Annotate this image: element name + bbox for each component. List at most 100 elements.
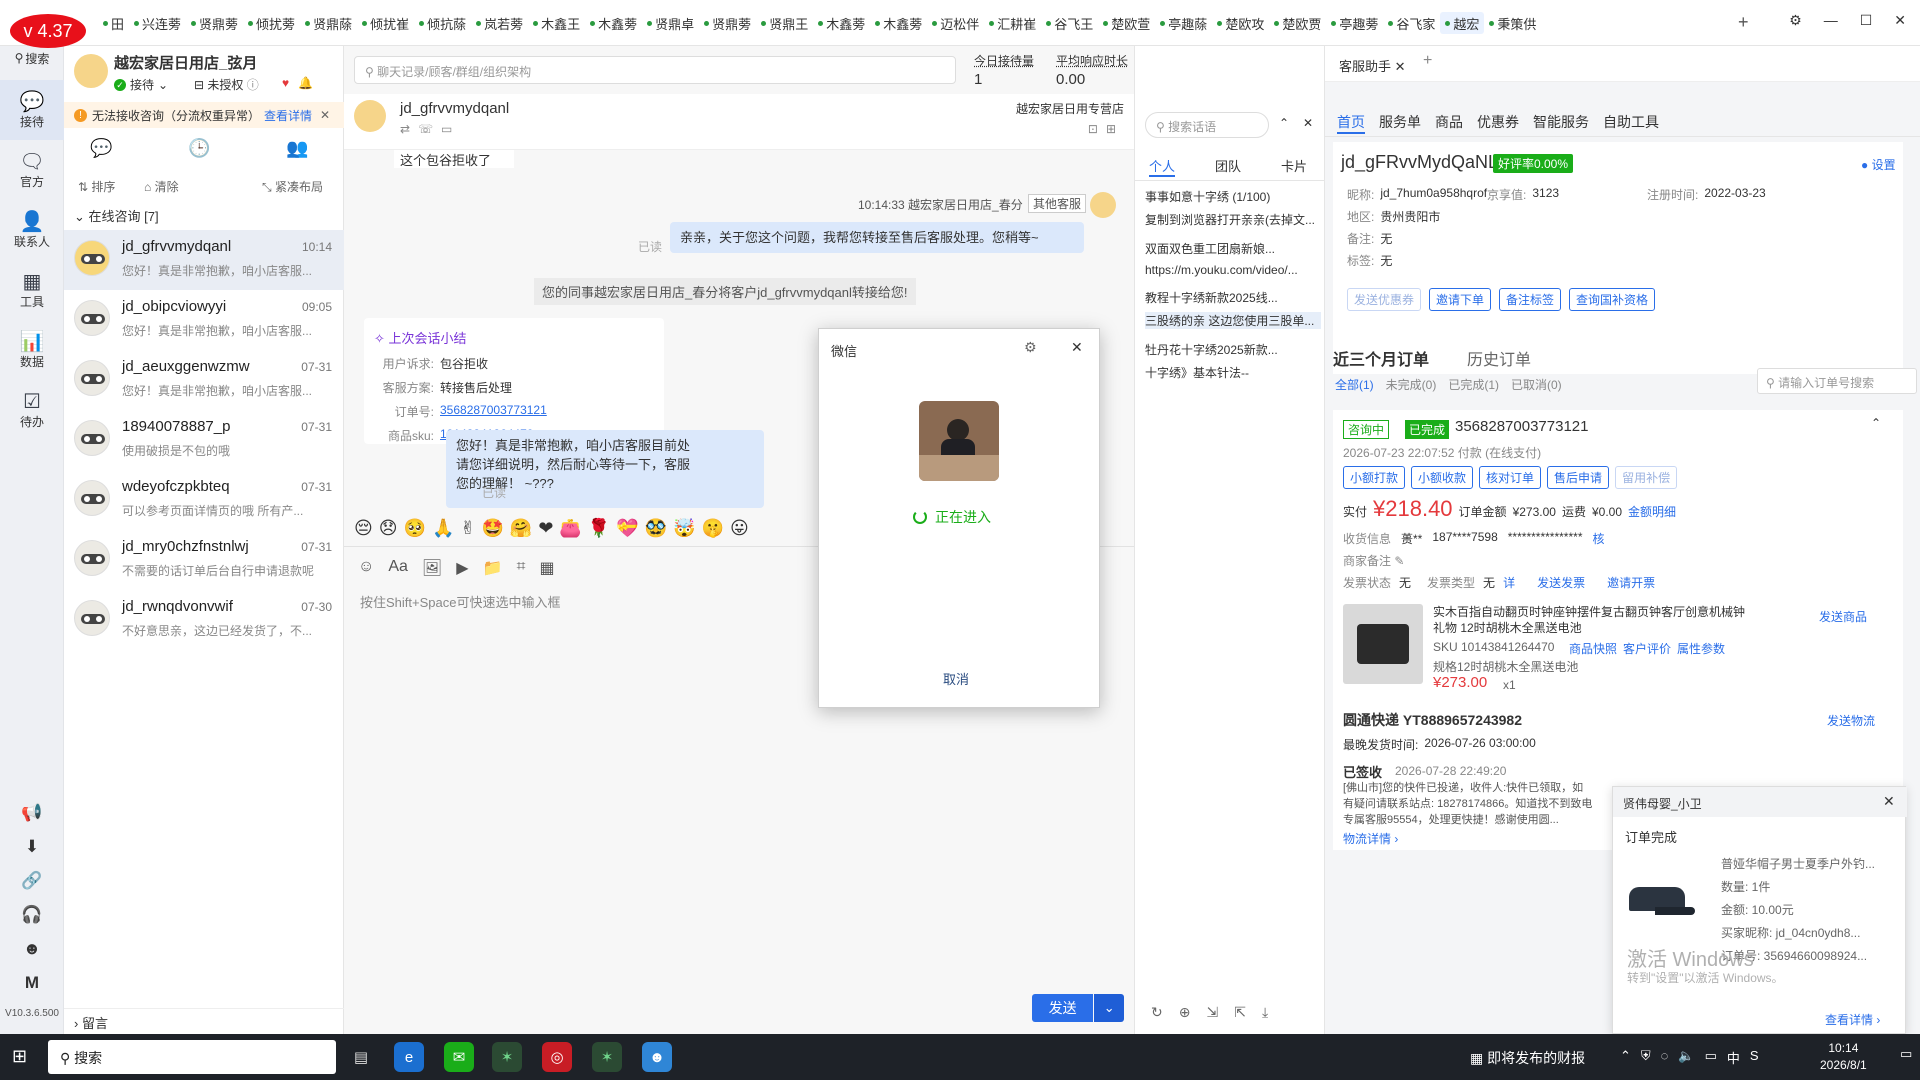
news-widget[interactable]: ▦ 即将发布的财报 <box>1470 1048 1585 1068</box>
send-invoice-link[interactable]: 发送发票 <box>1537 574 1585 591</box>
order-filter[interactable]: 已取消(0) <box>1511 376 1562 393</box>
leave-message[interactable]: › 留言 <box>64 1008 344 1032</box>
session-item[interactable]: jd_rwnqdvonvwif 07-30 不好意思亲，这边已经发货了，不... <box>64 590 344 650</box>
customer-action-button[interactable]: 邀请下单 <box>1429 288 1492 311</box>
order-action-button[interactable]: 核对订单 <box>1479 466 1542 489</box>
link-icon[interactable]: 🔗 <box>0 864 64 898</box>
send-options-icon[interactable]: ⌄ <box>1094 994 1124 1022</box>
quick-search-input[interactable]: ⚲ 搜索话语 <box>1145 112 1269 138</box>
chat-user-actions[interactable]: ⇄☏▭ <box>400 122 460 136</box>
history-orders-tab[interactable]: 历史订单 <box>1467 346 1531 370</box>
maximize-icon[interactable]: ☐ <box>1860 12 1873 29</box>
product-link[interactable]: 商品快照 <box>1569 640 1617 657</box>
headset-icon[interactable]: 🎧 <box>0 898 64 932</box>
shop-tab[interactable]: 倾扰崔 <box>357 12 414 34</box>
customer-action-button[interactable]: 发送优惠券 <box>1347 288 1422 311</box>
emoji-shortcut[interactable]: 🥸 <box>645 518 667 539</box>
dialog-settings-icon[interactable]: ⚙ <box>1024 339 1037 356</box>
emoji-shortcut[interactable]: 🤗 <box>510 518 532 539</box>
wifi-icon[interactable]: ◌ <box>1661 1048 1669 1067</box>
nav-item[interactable]: 💬 接待 <box>0 80 64 140</box>
ime-indicator[interactable]: 中 <box>1727 1048 1740 1067</box>
session-item[interactable]: jd_mry0chzfnstnlwj 07-31 不需要的话订单后台自行申请退款呢 <box>64 530 344 590</box>
product-image[interactable] <box>1343 604 1423 684</box>
video-icon[interactable]: ▶ <box>456 558 468 578</box>
message-input[interactable]: 按住Shift+Space可快速选中输入框 <box>360 592 560 611</box>
emoji-shortcut[interactable]: 🤫 <box>702 518 724 539</box>
online-group-header[interactable]: ⌄ 在线咨询 [7] <box>74 206 159 225</box>
order-action-button[interactable]: 小额打款 <box>1343 466 1406 489</box>
wechat-icon[interactable]: ✉ <box>444 1042 474 1072</box>
popup-detail-link[interactable]: 查看详情 › <box>1825 1011 1880 1028</box>
product-link[interactable]: 客户评价 <box>1623 640 1671 657</box>
shop-tab[interactable]: 贤鼎王 <box>756 12 813 34</box>
import-icon[interactable]: ⇲ <box>1206 1004 1218 1021</box>
customer-action-button[interactable]: 备注标签 <box>1499 288 1562 311</box>
nav-item[interactable]: ▦ 工具 <box>0 260 64 320</box>
order-filter[interactable]: 已完成(1) <box>1448 376 1499 393</box>
font-icon[interactable]: Aa <box>388 558 408 578</box>
assistant-nav-item[interactable]: 智能服务 <box>1533 112 1589 134</box>
logistics-detail-link[interactable]: 物流详情 › <box>1343 830 1398 847</box>
taskbar-clock[interactable]: 10:14 2026/8/1 <box>1820 1040 1867 1074</box>
nav-item[interactable]: 👤 联系人 <box>0 200 64 260</box>
close-icon[interactable]: ✕ <box>1894 12 1906 29</box>
reception-status[interactable]: ✓ 接待 ⌄ <box>114 76 168 93</box>
quick-tab[interactable]: 个人 <box>1149 156 1176 177</box>
shield-icon[interactable]: ⛨ <box>1641 1048 1651 1067</box>
quick-reply-item[interactable]: 双面双色重工团扇新娘... https://m.youku.com/video/.… <box>1145 240 1321 277</box>
chat-header-icons[interactable]: ⊡⊞ <box>1088 122 1124 136</box>
customer-action-button[interactable]: 查询国补资格 <box>1569 288 1656 311</box>
folder-icon[interactable]: 📁 <box>483 558 503 578</box>
session-item[interactable]: 18940078887_p 07-31 使用破损是不包的哦 <box>64 410 344 470</box>
shop-tab[interactable]: 木鑫蒡 <box>585 12 642 34</box>
emoji-shortcut[interactable]: 🌹 <box>588 518 610 539</box>
sort-button[interactable]: ⇅ 排序 <box>78 178 115 195</box>
shop-tab[interactable]: 楚欧萱 <box>1098 12 1155 34</box>
app-star-icon[interactable]: ✶ <box>492 1042 522 1072</box>
close-quick-icon[interactable]: ✕ <box>1303 116 1313 130</box>
warning-detail-link[interactable]: 查看详情 <box>264 107 312 124</box>
speaker-icon[interactable]: 🔈 <box>1678 1048 1694 1067</box>
global-search[interactable]: ⚲ 搜索 <box>6 48 58 68</box>
send-button[interactable]: 发送 <box>1032 994 1094 1022</box>
order-filter[interactable]: 未完成(0) <box>1386 376 1437 393</box>
jd-chat-icon[interactable]: ☻ <box>642 1042 672 1072</box>
heart-icon[interactable]: ♥ <box>282 76 289 90</box>
crop-icon[interactable]: ⌗ <box>516 558 525 578</box>
emoji-shortcut[interactable]: ❤ <box>538 518 553 539</box>
product-title[interactable]: 实木百指自动翻页时钟座钟摆件复古翻页钟客厅创意机械钟礼物 12时胡桃木全黑送电池 <box>1433 604 1753 636</box>
assistant-nav-item[interactable]: 自助工具 <box>1603 112 1659 134</box>
shop-tab[interactable]: 倾扰蒡 <box>243 12 300 34</box>
quick-reply-item[interactable]: 教程十字绣新款2025线... 三股绣的亲 这边您使用三股单... <box>1145 289 1321 329</box>
app-red-icon[interactable]: ◎ <box>542 1042 572 1072</box>
add-tab-icon[interactable]: + <box>1738 12 1749 33</box>
emoji-shortcut[interactable]: 😔 <box>354 518 373 539</box>
m-logo-icon[interactable]: M <box>0 966 64 1000</box>
shop-tab[interactable]: 贤鼎蒢 <box>300 12 357 34</box>
emoji-shortcut[interactable]: 👛 <box>559 518 581 539</box>
image-icon[interactable]: 🖼 <box>422 558 442 578</box>
order-action-button[interactable]: 售后申请 <box>1547 466 1610 489</box>
minimize-icon[interactable]: — <box>1824 12 1838 29</box>
recent-orders-tab[interactable]: 近三个月订单 <box>1333 346 1429 370</box>
shop-tab[interactable]: 汇耕崔 <box>984 12 1041 34</box>
shop-tab[interactable]: 贤鼎蒡 <box>699 12 756 34</box>
assistant-nav-item[interactable]: 服务单 <box>1379 112 1421 134</box>
session-item[interactable]: jd_gfrvvmydqanl 10:14 您好！真是非常抱歉，咱小店客服... <box>64 230 344 290</box>
merchant-note[interactable]: 商家备注 ✎ <box>1343 552 1404 569</box>
refresh-icon[interactable]: ↻ <box>1151 1004 1163 1021</box>
taskbar-search[interactable]: ⚲ 搜索 <box>48 1040 336 1074</box>
collapse-icon[interactable]: ⌃ <box>1279 116 1289 130</box>
group-tab-icon[interactable]: 👥 <box>286 138 308 159</box>
quick-reply-item[interactable]: 事事如意十字绣 (1/100) 复制到浏览器打开亲亲(去掉文... <box>1145 188 1321 228</box>
announce-icon[interactable]: 📢 <box>0 796 64 830</box>
sogou-icon[interactable]: S <box>1750 1048 1759 1067</box>
quick-tab[interactable]: 团队 <box>1215 156 1241 177</box>
assistant-nav-item[interactable]: 优惠券 <box>1477 112 1519 134</box>
download-icon[interactable]: ⬇ <box>0 830 64 864</box>
compact-layout-button[interactable]: ⤡ 紧凑布局 <box>262 178 323 195</box>
assistant-nav-item[interactable]: 首页 <box>1337 112 1365 134</box>
quick-reply-item[interactable]: 牡丹花十字绣2025新款... 十字绣》基本针法-- <box>1145 341 1321 381</box>
emoji-shortcut[interactable]: 😛 <box>730 518 749 539</box>
